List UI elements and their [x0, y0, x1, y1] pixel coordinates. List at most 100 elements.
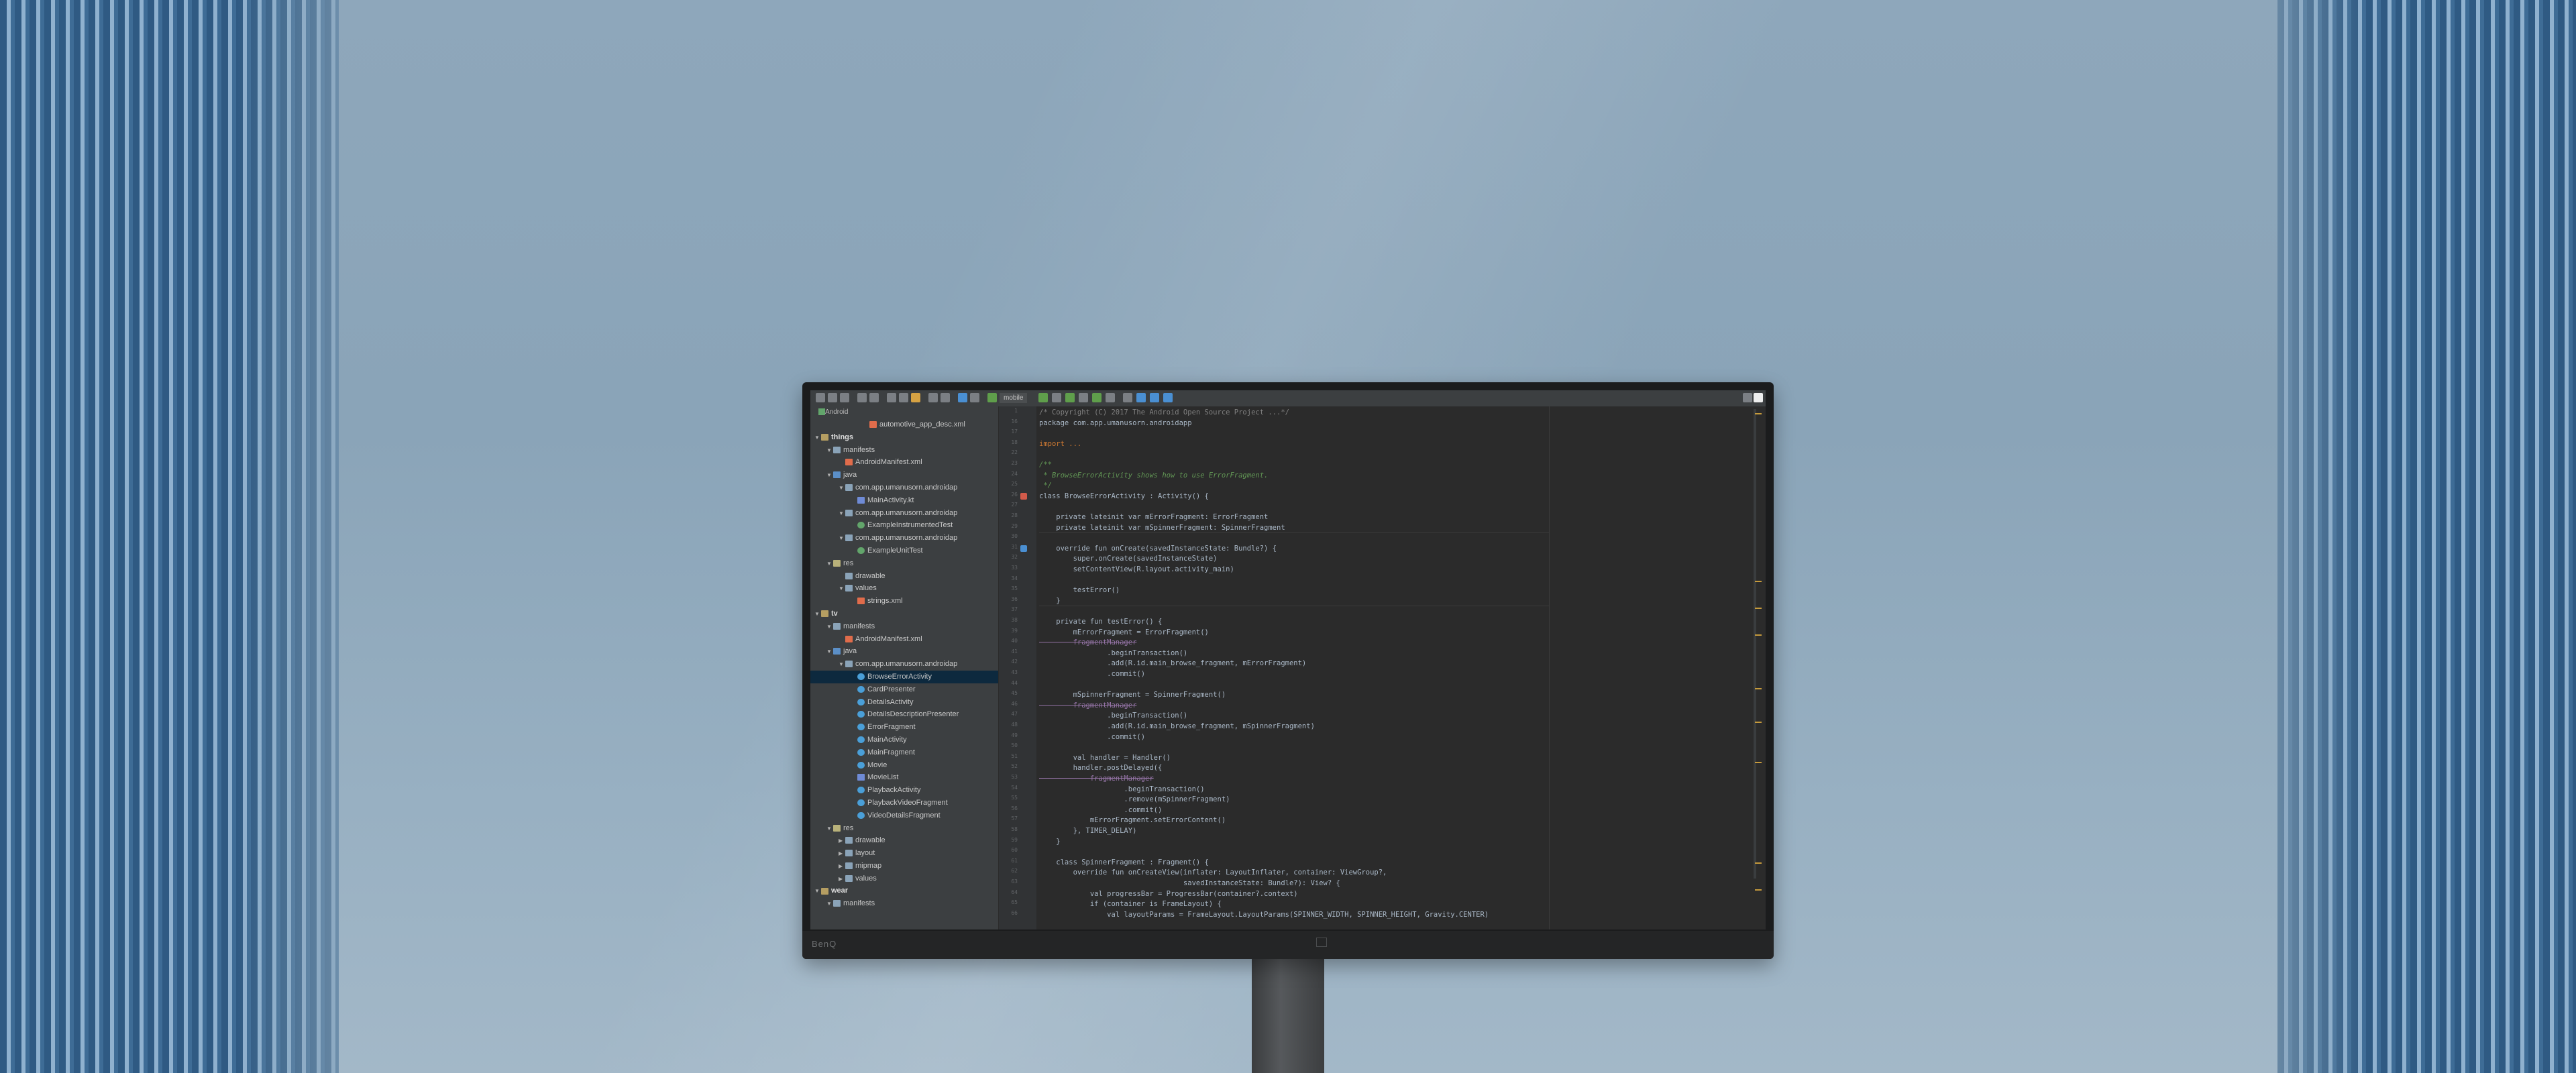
chevron-down-icon[interactable]: ▼ — [826, 445, 833, 457]
bookmark-icon[interactable] — [1020, 545, 1027, 552]
code-area[interactable]: /* Copyright (C) 2017 The Android Open S… — [1039, 406, 1750, 929]
code-line[interactable]: .beginTransaction() — [1039, 648, 1187, 659]
replace-icon[interactable] — [941, 393, 950, 402]
code-line[interactable]: class BrowseErrorActivity : Activity() { — [1039, 492, 1209, 502]
code-line[interactable]: override fun onCreateView(inflater: Layo… — [1039, 868, 1387, 879]
sdk-manager-icon[interactable] — [1136, 393, 1146, 402]
code-line[interactable]: override fun onCreate(savedInstanceState… — [1039, 544, 1277, 555]
warning-marker[interactable] — [1755, 862, 1762, 864]
tree-item[interactable]: PlaybackActivity — [810, 784, 998, 797]
tree-item[interactable]: strings.xml — [810, 595, 998, 608]
warning-marker[interactable] — [1755, 634, 1762, 636]
chevron-down-icon[interactable]: ▼ — [814, 432, 821, 445]
code-line[interactable]: handler.postDelayed({ — [1039, 763, 1163, 774]
tree-item[interactable]: ▼ com.app.umanusorn.androidap — [810, 532, 998, 545]
tree-item[interactable]: ▼ com.app.umanusorn.androidap — [810, 482, 998, 494]
apply-changes-icon[interactable] — [1092, 393, 1102, 402]
chevron-right-icon[interactable]: ▶ — [839, 848, 845, 860]
tree-item[interactable]: Movie — [810, 759, 998, 772]
chevron-down-icon[interactable]: ▼ — [839, 532, 845, 545]
tree-item[interactable]: ▶ values — [810, 872, 998, 885]
code-line[interactable]: /* Copyright (C) 2017 The Android Open S… — [1039, 408, 1289, 418]
tree-item[interactable]: ▼ java — [810, 645, 998, 658]
code-line[interactable]: private lateinit var mSpinnerFragment: S… — [1039, 523, 1285, 534]
code-line[interactable]: private fun testError() { — [1039, 617, 1162, 628]
code-line[interactable]: .beginTransaction() — [1039, 785, 1204, 795]
help-icon[interactable] — [1163, 393, 1173, 402]
warning-marker[interactable] — [1755, 581, 1762, 582]
code-line[interactable]: import ... — [1039, 439, 1081, 450]
chevron-down-icon[interactable]: ▼ — [814, 885, 821, 898]
cut-icon[interactable] — [887, 393, 896, 402]
tree-item[interactable]: ▼ manifests — [810, 897, 998, 910]
run-config-select[interactable]: mobile — [1000, 393, 1028, 403]
tree-item[interactable]: ErrorFragment — [810, 721, 998, 734]
tree-item[interactable]: DetailsDescriptionPresenter — [810, 708, 998, 721]
tree-item[interactable]: BrowseErrorActivity — [810, 670, 998, 683]
tree-item[interactable]: MainFragment — [810, 746, 998, 759]
tree-item[interactable]: ▶ mipmap — [810, 860, 998, 872]
warning-marker[interactable] — [1755, 608, 1762, 609]
code-line[interactable]: fragmentManager — [1039, 701, 1137, 712]
chevron-down-icon[interactable]: ▼ — [814, 608, 821, 621]
tree-item[interactable]: ▼ manifests — [810, 620, 998, 633]
chevron-down-icon[interactable]: ▼ — [826, 646, 833, 659]
code-line[interactable]: * BrowseErrorActivity shows how to use E… — [1039, 471, 1268, 482]
find-icon[interactable] — [928, 393, 938, 402]
power-icon[interactable] — [1316, 938, 1327, 947]
tree-item[interactable]: CardPresenter — [810, 683, 998, 696]
code-line[interactable]: }, TIMER_DELAY) — [1039, 826, 1137, 837]
tree-item[interactable]: ExampleUnitTest — [810, 545, 998, 557]
tree-item[interactable]: VideoDetailsFragment — [810, 809, 998, 822]
code-line[interactable]: .add(R.id.main_browse_fragment, mErrorFr… — [1039, 659, 1306, 669]
code-line[interactable]: .remove(mSpinnerFragment) — [1039, 795, 1230, 805]
code-line[interactable]: setContentView(R.layout.activity_main) — [1039, 565, 1234, 575]
code-line[interactable]: package com.app.umanusorn.androidapp — [1039, 418, 1192, 429]
code-line[interactable]: val progressBar = ProgressBar(container?… — [1039, 889, 1298, 900]
redo-icon[interactable] — [869, 393, 879, 402]
tree-item[interactable]: AndroidManifest.xml — [810, 633, 998, 646]
code-line[interactable]: private lateinit var mErrorFragment: Err… — [1039, 512, 1268, 523]
tree-item[interactable]: ▼ java — [810, 469, 998, 482]
forward-icon[interactable] — [970, 393, 979, 402]
copy-icon[interactable] — [899, 393, 908, 402]
tree-item[interactable]: ▼ com.app.umanusorn.androidap — [810, 507, 998, 520]
chevron-down-icon[interactable]: ▼ — [839, 583, 845, 596]
run-icon[interactable] — [1038, 393, 1048, 402]
tree-item[interactable]: ▼ res — [810, 557, 998, 570]
back-icon[interactable] — [958, 393, 967, 402]
stop-icon[interactable] — [1106, 393, 1115, 402]
tree-item[interactable]: ExampleInstrumentedTest — [810, 519, 998, 532]
tree-item[interactable]: AndroidManifest.xml — [810, 456, 998, 469]
chevron-right-icon[interactable]: ▶ — [839, 873, 845, 886]
warning-marker[interactable] — [1755, 722, 1762, 723]
code-line[interactable]: .add(R.id.main_browse_fragment, mSpinner… — [1039, 722, 1315, 732]
code-line[interactable]: val layoutParams = FrameLayout.LayoutPar… — [1039, 910, 1489, 921]
search-icon[interactable] — [1743, 393, 1752, 402]
warning-marker[interactable] — [1755, 413, 1762, 414]
tree-item[interactable]: ▼ wear — [810, 885, 998, 897]
tree-item[interactable]: DetailsActivity — [810, 696, 998, 709]
code-line[interactable]: if (container is FrameLayout) { — [1039, 899, 1222, 910]
code-editor[interactable]: 1 16 17 18 22 23 24 25 26 27 28 29 30 31 32 33 34 35 36 37 3… — [999, 406, 1766, 929]
chevron-down-icon[interactable]: ▼ — [826, 469, 833, 482]
code-line[interactable]: mSpinnerFragment = SpinnerFragment() — [1039, 690, 1226, 701]
override-icon[interactable] — [1020, 492, 1027, 500]
tree-item[interactable]: ▶ layout — [810, 847, 998, 860]
project-view-selector[interactable]: Android — [825, 406, 848, 418]
tree-item[interactable]: automotive_app_desc.xml — [810, 418, 998, 431]
tree-item[interactable]: drawable — [810, 570, 998, 583]
undo-icon[interactable] — [857, 393, 867, 402]
chevron-down-icon[interactable]: ▼ — [839, 482, 845, 495]
code-line[interactable]: .commit() — [1039, 669, 1145, 680]
code-line[interactable]: super.onCreate(savedInstanceState) — [1039, 554, 1218, 565]
build-icon[interactable] — [987, 393, 997, 402]
chevron-down-icon[interactable]: ▼ — [826, 621, 833, 634]
warning-marker[interactable] — [1755, 762, 1762, 763]
code-line[interactable]: mErrorFragment = ErrorFragment() — [1039, 628, 1209, 638]
tree-item[interactable]: ▼ things — [810, 431, 998, 444]
chevron-right-icon[interactable]: ▶ — [839, 860, 845, 873]
chevron-right-icon[interactable]: ▶ — [839, 835, 845, 848]
open-icon[interactable] — [816, 393, 825, 402]
project-view-header[interactable]: Android — [810, 406, 998, 418]
